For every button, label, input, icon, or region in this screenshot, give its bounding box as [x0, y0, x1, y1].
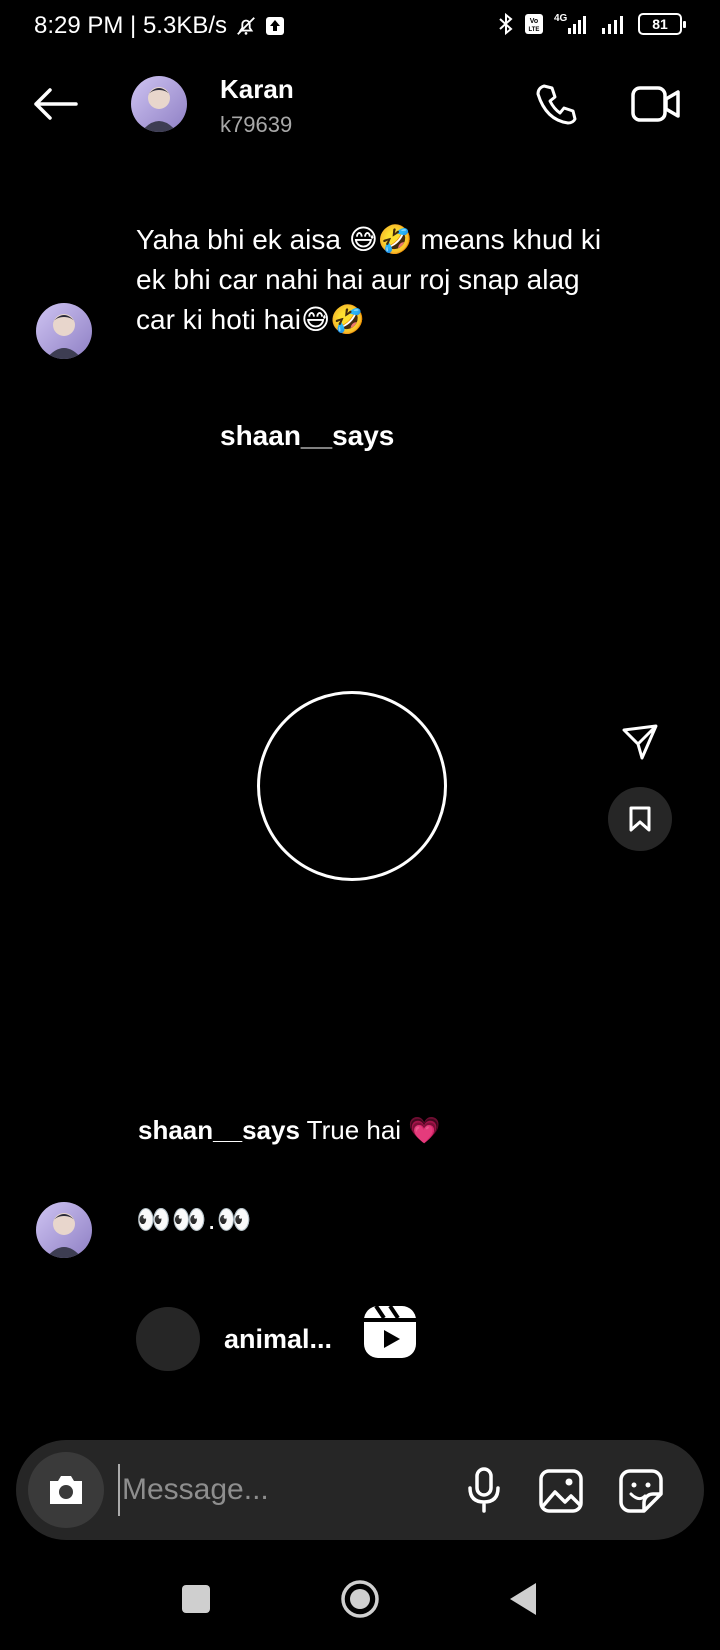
- share-icon[interactable]: [620, 722, 660, 762]
- system-nav-bar: [0, 1565, 720, 1645]
- status-time-speed: 8:29 PM | 5.3KB/s: [34, 12, 227, 39]
- camera-button[interactable]: [28, 1452, 104, 1528]
- message-composer: [16, 1440, 704, 1540]
- battery-level: 81: [652, 16, 668, 32]
- reel-username[interactable]: animal...: [224, 1324, 332, 1355]
- bluetooth-icon: [499, 12, 513, 36]
- reels-icon[interactable]: [362, 1304, 418, 1360]
- sender-avatar[interactable]: [36, 303, 92, 359]
- signal-4g-icon: 4G: [554, 13, 586, 34]
- camera-icon: [50, 1476, 82, 1504]
- sender-avatar[interactable]: [36, 1202, 92, 1258]
- avatar-image: [36, 303, 92, 359]
- microphone-icon[interactable]: [462, 1466, 506, 1514]
- svg-text:4G: 4G: [554, 13, 568, 24]
- save-button[interactable]: [608, 787, 672, 851]
- post-caption: shaan__says True hai 💗: [138, 1115, 441, 1146]
- caption-text: True hai 💗: [299, 1115, 441, 1145]
- contact-username: k79639: [220, 112, 293, 137]
- svg-text:LTE: LTE: [529, 27, 540, 33]
- contact-name: Karan: [220, 74, 294, 104]
- sticker-icon[interactable]: [618, 1468, 664, 1514]
- back-arrow-icon[interactable]: [30, 84, 80, 124]
- emoji-message[interactable]: 👀👀.👀: [136, 1203, 252, 1236]
- avatar-image: [131, 76, 187, 132]
- phone-icon[interactable]: [532, 80, 580, 128]
- battery-indicator: 81: [638, 13, 686, 35]
- gallery-icon[interactable]: [538, 1468, 584, 1514]
- svg-text:Vo: Vo: [530, 18, 538, 25]
- status-left: 8:29 PM | 5.3KB/s: [34, 12, 285, 40]
- home-button[interactable]: [340, 1579, 380, 1619]
- video-call-icon[interactable]: [630, 82, 682, 126]
- bookmark-icon: [629, 806, 651, 832]
- status-right: Vo LTE 4G 81: [496, 12, 686, 36]
- avatar[interactable]: [131, 76, 187, 132]
- nav-back-button[interactable]: [508, 1581, 538, 1617]
- bell-muted-icon: [237, 17, 255, 35]
- upload-icon: [266, 17, 284, 35]
- text-message[interactable]: Yaha bhi ek aisa 😅🤣 means khud ki ek bhi…: [136, 220, 616, 340]
- caption-username: shaan__says: [138, 1115, 300, 1145]
- shared-post-username[interactable]: shaan__says: [220, 420, 394, 452]
- loading-circle[interactable]: [257, 691, 447, 881]
- volte-icon: Vo LTE: [525, 14, 543, 34]
- recent-apps-button[interactable]: [182, 1585, 210, 1613]
- message-input[interactable]: [118, 1464, 418, 1516]
- status-bar: 8:29 PM | 5.3KB/s Vo LTE 4G 81: [0, 0, 720, 56]
- chat-header: Karan k79639: [0, 60, 720, 150]
- signal-icon: [602, 16, 623, 34]
- reel-avatar[interactable]: [136, 1307, 200, 1371]
- avatar-image: [36, 1202, 92, 1258]
